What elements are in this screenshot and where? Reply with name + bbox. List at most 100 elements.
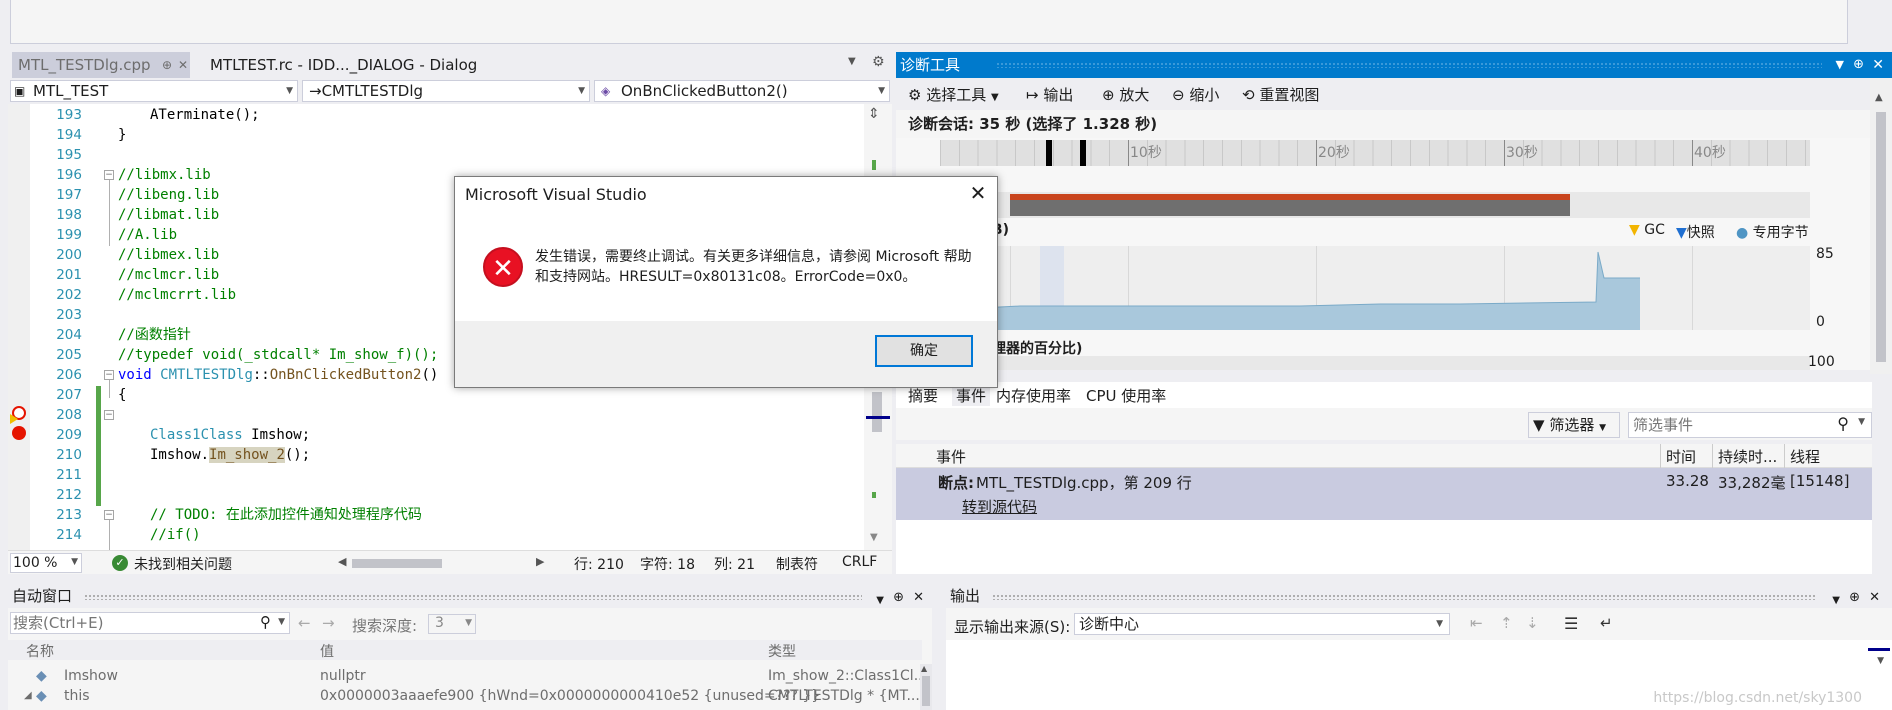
pin-icon[interactable]: ⊕ bbox=[1849, 586, 1860, 610]
close-icon[interactable]: ✕ bbox=[913, 586, 924, 610]
tick-label: 30秒 bbox=[1506, 145, 1538, 161]
next-message-icon[interactable]: ⇣ bbox=[1526, 614, 1539, 632]
prev-message-icon[interactable]: ⇡ bbox=[1500, 614, 1513, 632]
selection-start-marker[interactable] bbox=[1046, 140, 1052, 166]
breakpoint-hit-icon[interactable] bbox=[10, 406, 26, 424]
cpu-graph[interactable] bbox=[940, 356, 1810, 370]
selection-end-marker[interactable] bbox=[1080, 140, 1086, 166]
chevron-down-icon[interactable]: ▼ bbox=[278, 617, 285, 627]
fold-toggle[interactable]: − bbox=[104, 410, 114, 420]
go-to-source-link[interactable]: 转到源代码 bbox=[962, 496, 1037, 517]
column-duration[interactable]: 持续时... bbox=[1718, 446, 1777, 467]
tab-cpu-usage[interactable]: CPU 使用率 bbox=[1086, 385, 1166, 406]
find-message-icon[interactable]: ⇤ bbox=[1470, 614, 1483, 632]
scroll-down-icon[interactable]: ▼ bbox=[870, 532, 878, 543]
forward-arrow-icon[interactable]: → bbox=[322, 614, 335, 632]
event-row-breakpoint[interactable]: 断点: MTL_TESTDlg.cpp，第 209 行 33.28 33,282… bbox=[896, 468, 1872, 520]
reset-view-button[interactable]: ⟲ 重置视图 bbox=[1242, 84, 1319, 105]
class-dropdown[interactable]: →CMTLTESTDlg ▼ bbox=[302, 80, 590, 102]
close-icon[interactable]: ✕ bbox=[1872, 52, 1884, 78]
expand-arrow-icon[interactable]: ◢ bbox=[24, 686, 32, 706]
scroll-up-icon[interactable]: ▲ bbox=[921, 664, 927, 673]
output-text-area[interactable]: https://blog.csdn.net/sky1300 ▼ bbox=[946, 640, 1892, 710]
breakpoint-gutter[interactable] bbox=[8, 104, 30, 550]
chevron-down-icon[interactable]: ▼ bbox=[848, 56, 856, 67]
event-time: 33.28 bbox=[1666, 472, 1709, 490]
fold-toggle[interactable]: − bbox=[104, 510, 114, 520]
pin-icon[interactable]: ⊕ bbox=[1853, 52, 1864, 78]
column-value[interactable]: 值 bbox=[320, 641, 334, 661]
member-dropdown[interactable]: ◈ OnBnClickedButton2() ▼ bbox=[594, 80, 890, 102]
autos-row[interactable]: ◆ Imshow nullptr Im_show_2::Class1Cl... bbox=[8, 666, 932, 686]
output-source-dropdown[interactable]: 诊断中心 ▼ bbox=[1074, 613, 1450, 635]
zoom-out-button[interactable]: ⊖ 缩小 bbox=[1172, 84, 1219, 105]
zoom-out-icon: ⊖ bbox=[1172, 86, 1185, 104]
tab-events[interactable]: 事件 bbox=[952, 385, 991, 406]
search-icon[interactable]: ⚲ bbox=[1837, 414, 1849, 433]
scroll-left-icon[interactable]: ◀ bbox=[338, 555, 346, 568]
scroll-down-icon[interactable]: ▼ bbox=[1877, 656, 1884, 666]
back-arrow-icon[interactable]: ← bbox=[298, 614, 311, 632]
word-wrap-icon[interactable]: ↵ bbox=[1600, 614, 1613, 632]
time-ruler[interactable]: 10秒 20秒 30秒 40秒 bbox=[940, 140, 1810, 166]
search-depth-label: 搜索深度: bbox=[352, 617, 418, 635]
chevron-down-icon[interactable]: ▼ bbox=[1836, 52, 1844, 78]
issues-status[interactable]: 未找到相关问题 bbox=[134, 554, 232, 574]
chevron-down-icon[interactable]: ▼ bbox=[1858, 417, 1865, 427]
events-track[interactable] bbox=[940, 192, 1810, 218]
autos-row-name: this bbox=[64, 688, 90, 704]
horizontal-scroll-thumb[interactable] bbox=[352, 559, 442, 568]
tab-mtl-testdlg-cpp[interactable]: MTL_TESTDlg.cpp ⊕ ✕ bbox=[12, 52, 190, 78]
indent-mode[interactable]: 制表符 bbox=[776, 554, 818, 574]
column-thread[interactable]: 线程 bbox=[1790, 446, 1820, 467]
scroll-thumb[interactable] bbox=[922, 676, 930, 706]
memory-graph[interactable] bbox=[940, 246, 1810, 330]
project-dropdown[interactable]: ▣ MTL_TEST ▼ bbox=[10, 80, 298, 102]
code-line-202: //mclmcrrt.lib bbox=[118, 287, 237, 303]
select-tool-button[interactable]: ⚙ 选择工具 ▼ bbox=[908, 84, 999, 105]
autos-row[interactable]: ◢ ◆ this 0x0000003aaaefe900 {hWnd=0x0000… bbox=[8, 686, 932, 706]
autos-search-box[interactable]: ⚲ ▼ bbox=[10, 612, 290, 634]
breakpoint-icon[interactable] bbox=[12, 426, 26, 440]
tab-summary[interactable]: 摘要 bbox=[908, 385, 938, 406]
autos-search-input[interactable] bbox=[13, 614, 243, 632]
column-time[interactable]: 时间 bbox=[1666, 446, 1696, 467]
gear-icon[interactable]: ⚙ bbox=[872, 54, 885, 70]
zoom-dropdown[interactable]: 100 % ▼ bbox=[10, 553, 82, 573]
diagnostics-timeline[interactable]: 10秒 20秒 30秒 40秒 MB) ▼ GC ▼快照 ● 专用字节 85 0… bbox=[896, 138, 1872, 370]
chevron-down-icon[interactable]: ▼ bbox=[1832, 589, 1840, 613]
event-search-box[interactable]: ⚲ ▼ bbox=[1628, 412, 1872, 438]
dialog-close-button[interactable]: ✕ bbox=[963, 179, 993, 207]
tab-mtltest-rc-dialog[interactable]: MTLTEST.rc - IDD..._DIALOG - Dialog bbox=[204, 52, 483, 78]
scroll-thumb[interactable] bbox=[872, 392, 882, 432]
filter-label: 筛选器 bbox=[1549, 416, 1595, 434]
diagnostics-scrollbar[interactable]: ▲ bbox=[1870, 78, 1892, 374]
close-icon[interactable]: ✕ bbox=[178, 52, 188, 78]
search-icon[interactable]: ⚲ bbox=[260, 613, 271, 631]
ok-button[interactable]: 确定 bbox=[875, 335, 973, 367]
pin-icon[interactable]: ⊕ bbox=[162, 52, 172, 78]
filter-button[interactable]: ▼ 筛选器 ▼ bbox=[1528, 412, 1620, 438]
column-type[interactable]: 类型 bbox=[768, 641, 796, 661]
zoom-in-button[interactable]: ⊕ 放大 bbox=[1102, 84, 1149, 105]
column-event[interactable]: 事件 bbox=[936, 446, 966, 467]
autos-scrollbar[interactable]: ▲ bbox=[920, 664, 932, 710]
scroll-up-icon[interactable]: ▲ bbox=[1875, 92, 1883, 103]
line-ending[interactable]: CRLF bbox=[842, 554, 877, 570]
clear-all-icon[interactable]: ☰ bbox=[1564, 614, 1578, 633]
search-depth-dropdown[interactable]: 3 ▼ bbox=[428, 614, 476, 634]
chevron-down-icon[interactable]: ▼ bbox=[876, 589, 884, 613]
legend-snapshot: ▼快照 bbox=[1676, 222, 1715, 242]
pin-icon[interactable]: ⊕ bbox=[893, 586, 904, 610]
column-name[interactable]: 名称 bbox=[26, 641, 54, 661]
scroll-right-icon[interactable]: ▶ bbox=[536, 555, 544, 568]
output-button[interactable]: ↦ 输出 bbox=[1026, 84, 1073, 105]
event-search-input[interactable] bbox=[1633, 414, 1833, 436]
tab-label: MTLTEST.rc - IDD..._DIALOG - Dialog bbox=[210, 56, 478, 74]
fold-toggle[interactable]: − bbox=[104, 170, 114, 180]
scroll-thumb[interactable] bbox=[1876, 112, 1886, 362]
split-icon[interactable]: ⇕ bbox=[868, 106, 880, 122]
close-icon[interactable]: ✕ bbox=[1869, 586, 1880, 610]
tab-memory-usage[interactable]: 内存使用率 bbox=[996, 385, 1071, 406]
fold-toggle[interactable]: − bbox=[104, 370, 114, 380]
